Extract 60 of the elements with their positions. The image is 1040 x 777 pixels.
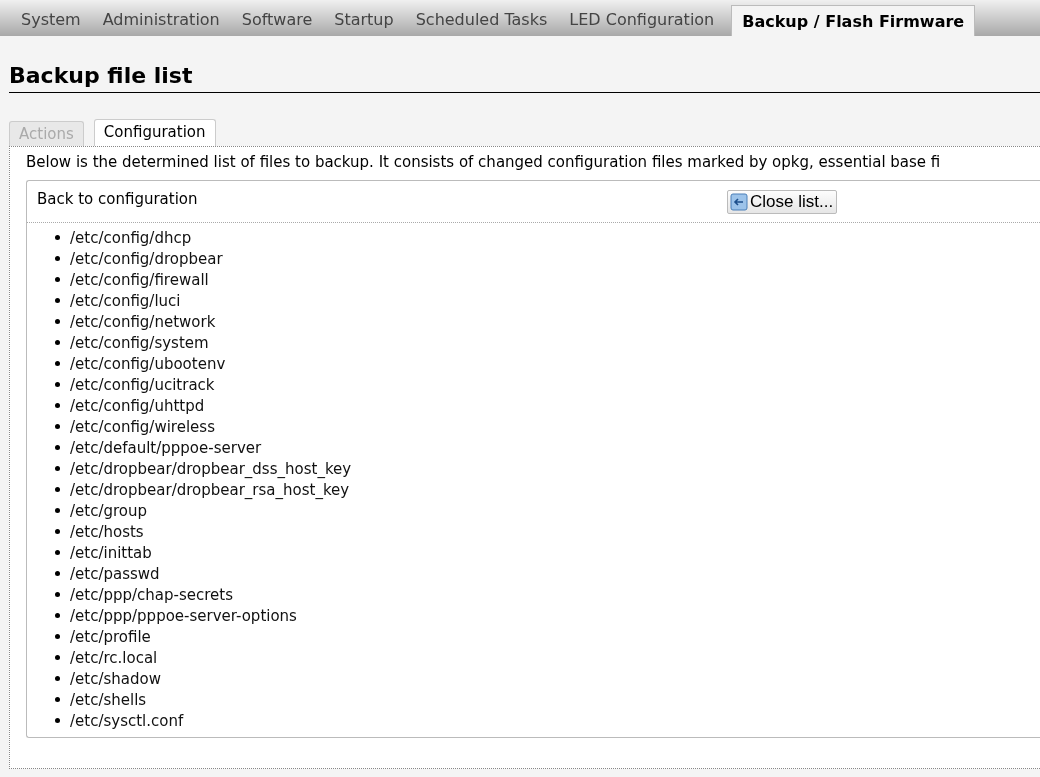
file-path: /etc/config/wireless: [70, 417, 215, 436]
file-path: /etc/config/dropbear: [70, 249, 223, 268]
file-path: /etc/config/network: [70, 312, 216, 331]
bullet-icon: [55, 718, 60, 723]
file-path: /etc/config/system: [70, 333, 209, 352]
file-path: /etc/config/ubootenv: [70, 354, 226, 373]
nav-tab[interactable]: Backup / Flash Firmware: [731, 5, 976, 36]
bullet-icon: [55, 676, 60, 681]
bullet-icon: [55, 508, 60, 513]
nav-tab[interactable]: Startup: [323, 10, 405, 36]
file-path: /etc/default/pppoe-server: [70, 438, 262, 457]
nav-tab[interactable]: LED Configuration: [558, 10, 726, 36]
nav-tab[interactable]: Software: [230, 10, 324, 36]
file-path: /etc/config/uhttpd: [70, 396, 205, 415]
file-path: /etc/sysctl.conf: [70, 711, 184, 730]
file-path: /etc/passwd: [70, 564, 160, 583]
section-title: Back to configuration: [37, 189, 199, 208]
file-path: /etc/config/dhcp: [70, 228, 192, 247]
bullet-icon: [55, 298, 60, 303]
bullet-icon: [55, 529, 60, 534]
bullet-icon: [55, 487, 60, 492]
file-path: /etc/shadow: [70, 669, 161, 688]
bullet-icon: [55, 424, 60, 429]
page-heading: Backup file list: [9, 62, 1040, 93]
bullet-icon: [55, 382, 60, 387]
bullet-icon: [55, 319, 60, 324]
close-list-button[interactable]: Close list...: [727, 189, 838, 214]
file-path: /etc/hosts: [70, 522, 144, 541]
file-path: /etc/profile: [70, 627, 151, 646]
bullet-icon: [55, 277, 60, 282]
bullet-icon: [55, 361, 60, 366]
bullet-icon: [55, 445, 60, 450]
bullet-icon: [55, 613, 60, 618]
file-path: /etc/config/luci: [70, 291, 181, 310]
bullet-icon: [55, 466, 60, 471]
bullet-icon: [55, 256, 60, 261]
description-text: Below is the determined list of files to backup. It consists of changed configuration files marked by opkg, essential base fi: [26, 152, 942, 172]
bullet-icon: [55, 571, 60, 576]
file-path: /etc/dropbear/dropbear_dss_host_key: [70, 459, 352, 478]
bullet-icon: [55, 403, 60, 408]
file-path: /etc/ppp/pppoe-server-options: [70, 606, 297, 625]
nav-tab[interactable]: Administration: [91, 10, 231, 36]
bullet-icon: [55, 592, 60, 597]
file-path: /etc/rc.local: [70, 648, 158, 667]
file-path: /etc/config/ucitrack: [70, 375, 215, 394]
bullet-icon: [55, 634, 60, 639]
bullet-icon: [55, 655, 60, 660]
file-path: /etc/dropbear/dropbear_rsa_host_key: [70, 480, 350, 499]
file-path: /etc/group: [70, 501, 148, 520]
file-path: /etc/inittab: [70, 543, 152, 562]
nav-tab[interactable]: System: [10, 10, 92, 36]
sub-tab[interactable]: Configuration: [93, 119, 216, 146]
file-path: /etc/ppp/chap-secrets: [70, 585, 233, 604]
file-path: /etc/config/firewall: [70, 270, 209, 289]
bullet-icon: [55, 550, 60, 555]
bullet-icon: [55, 340, 60, 345]
bullet-icon: [55, 697, 60, 702]
bullet-icon: [55, 235, 60, 240]
file-path: /etc/shells: [70, 690, 147, 709]
nav-tab[interactable]: Scheduled Tasks: [404, 10, 559, 36]
